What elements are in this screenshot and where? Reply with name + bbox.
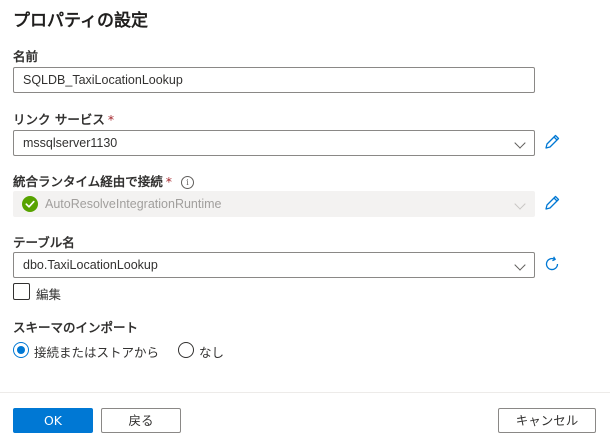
- dialog-title: プロパティの設定: [13, 11, 148, 31]
- chevron-down-icon: [514, 137, 526, 149]
- edit-checkbox[interactable]: [13, 283, 30, 300]
- refresh-icon[interactable]: [542, 254, 562, 274]
- chevron-down-icon: [514, 198, 526, 210]
- edit-pencil-icon[interactable]: [542, 193, 562, 213]
- success-check-icon: [22, 196, 38, 212]
- edit-pencil-icon[interactable]: [542, 132, 562, 152]
- radio-from-connection-label: 接続またはストアから: [34, 345, 160, 360]
- chevron-down-icon: [514, 259, 526, 271]
- info-icon[interactable]: i: [181, 176, 195, 189]
- linked-service-select[interactable]: mssqlserver1130: [13, 130, 535, 156]
- radio-none-label: なし: [199, 345, 225, 360]
- footer-divider: [0, 392, 610, 393]
- table-name-value: dbo.TaxiLocationLookup: [23, 258, 158, 272]
- linked-service-value: mssqlserver1130: [23, 136, 118, 150]
- required-marker: *: [107, 112, 115, 127]
- table-name-select[interactable]: dbo.TaxiLocationLookup: [13, 252, 535, 278]
- back-button[interactable]: 戻る: [101, 408, 181, 433]
- ok-button[interactable]: OK: [13, 408, 93, 433]
- radio-from-connection[interactable]: [13, 342, 29, 358]
- radio-none[interactable]: [178, 342, 194, 358]
- integration-runtime-label: 統合ランタイム経由で接続 * i: [13, 171, 195, 190]
- table-name-label: テーブル名: [13, 235, 75, 250]
- schema-import-label: スキーマのインポート: [13, 320, 139, 335]
- name-input[interactable]: SQLDB_TaxiLocationLookup: [13, 67, 535, 93]
- name-input-value: SQLDB_TaxiLocationLookup: [23, 73, 183, 87]
- name-label: 名前: [13, 49, 39, 64]
- integration-runtime-value: AutoResolveIntegrationRuntime: [45, 197, 222, 211]
- edit-checkbox-label: 編集: [36, 287, 62, 302]
- linked-service-label: リンク サービス *: [13, 112, 115, 127]
- integration-runtime-select: AutoResolveIntegrationRuntime: [13, 191, 535, 217]
- required-marker: *: [165, 174, 173, 189]
- cancel-button[interactable]: キャンセル: [498, 408, 596, 433]
